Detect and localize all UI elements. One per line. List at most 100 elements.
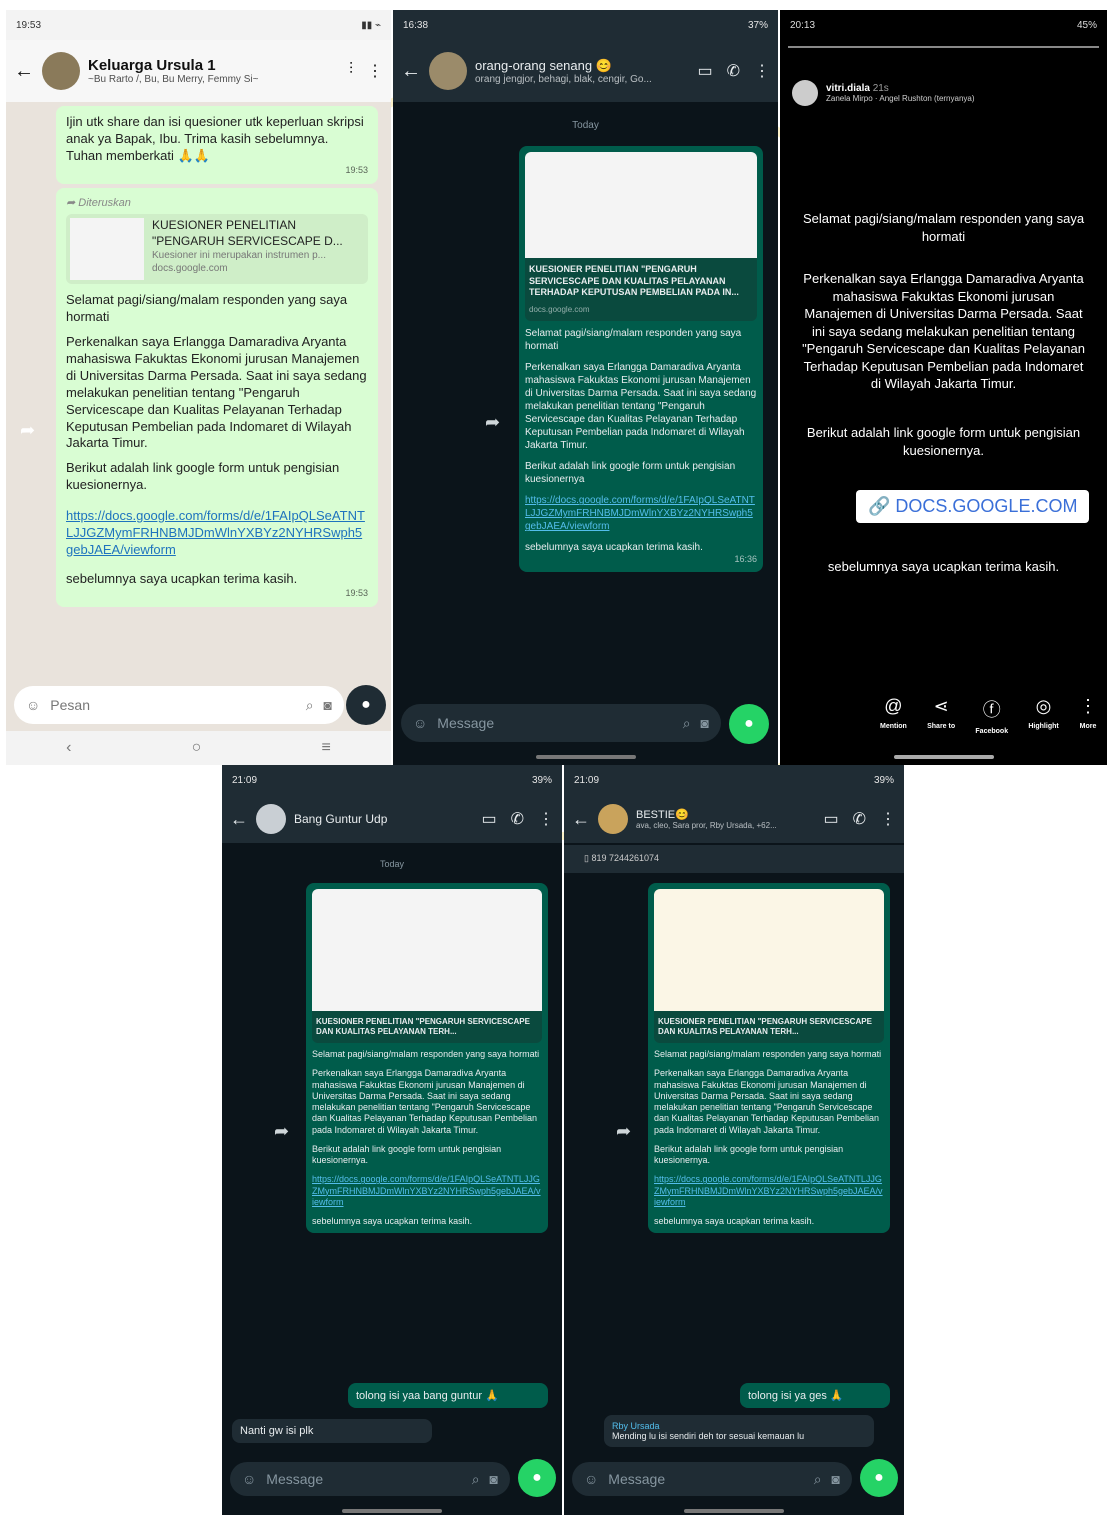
message-bubble[interactable]: Ijin utk share dan isi quesioner utk kep…	[56, 106, 378, 185]
phone-icon[interactable]: ✆	[853, 809, 866, 829]
avatar[interactable]	[256, 804, 286, 834]
link-preview-card[interactable]: KUESIONER PENELITIAN "PENGARUH SERVICESC…	[66, 214, 368, 285]
back-arrow-icon[interactable]: ←	[572, 809, 590, 830]
attach-icon[interactable]: ⌕	[306, 697, 314, 714]
chat-name: Bang Guntur Udp	[294, 812, 388, 826]
facebook-icon: ⓕ	[982, 700, 1001, 720]
screenshot-bestie: 21:09 39% ← BESTIE😊 ava, cleo, Sara pror,…	[564, 765, 904, 1515]
screenshot-instagram-story: 20:13 45% vitri.diala 21s Zanela Mirpo · …	[780, 10, 1107, 765]
story-text-1: Selamat pagi/siang/malam responden yang …	[802, 211, 1085, 244]
avatar[interactable]	[42, 52, 80, 90]
forward-button-icon[interactable]: ➦	[616, 1121, 631, 1142]
highlight-button[interactable]: ◎ Highlight	[1028, 696, 1058, 735]
emoji-icon[interactable]: ☺	[413, 715, 427, 731]
form-link[interactable]: https://docs.google.com/forms/d/e/1FAIpQ…	[654, 1174, 884, 1208]
chat-name: orang-orang senang 😊	[475, 57, 612, 73]
message-para-1: Selamat pagi/siang/malam responden yang …	[654, 1049, 882, 1059]
reply-bubble-incoming[interactable]: Rby Ursada Mending lu isi sendiri deh to…	[604, 1415, 874, 1447]
forward-button-icon[interactable]: ➦	[274, 1121, 289, 1142]
forwarded-message-bubble[interactable]: KUESIONER PENELITIAN "PENGARUH SERVICESC…	[519, 146, 763, 573]
preview-domain: docs.google.com	[152, 263, 228, 275]
forwarded-message-bubble[interactable]: KUESIONER PENELITIAN "PENGARUH SERVICESC…	[648, 883, 890, 1234]
camera-icon[interactable]: ◙	[490, 1471, 498, 1487]
mention-button[interactable]: @ Mention	[880, 696, 907, 735]
link-preview-card[interactable]: KUESIONER PENELITIAN "PENGARUH SERVICESC…	[654, 889, 884, 1043]
chat-members: orang jengjor, behagi, blak, cengir, Go.…	[475, 73, 652, 85]
message-input[interactable]: ☺ Message ⌕ ◙	[572, 1462, 852, 1496]
link-preview-card[interactable]: KUESIONER PENELITIAN "PENGARUH SERVICESC…	[525, 152, 757, 322]
mic-button[interactable]: ●	[518, 1459, 556, 1497]
story-user-row[interactable]: vitri.diala 21s Zanela Mirpo · Angel Rus…	[792, 80, 975, 106]
chat-name: Keluarga Ursula 1	[88, 57, 216, 74]
emoji-icon[interactable]: ☺	[584, 1471, 598, 1487]
phone-icon[interactable]: ✆	[727, 61, 740, 81]
message-para-2: Perkenalkan saya Erlangga Damaradiva Ary…	[525, 362, 757, 452]
recents-nav-icon[interactable]: ≡	[322, 739, 331, 757]
reply-bubble-outgoing[interactable]: tolong isi ya ges 🙏	[740, 1383, 890, 1408]
back-arrow-icon[interactable]: ←	[14, 60, 34, 83]
back-arrow-icon[interactable]: ←	[401, 60, 421, 83]
pinned-message-bar[interactable]: ▯ 819 7244261074	[564, 845, 904, 873]
gesture-bar	[684, 1509, 784, 1513]
mic-button[interactable]: ●	[729, 704, 769, 744]
message-input[interactable]: ☺ Pesan ⌕ ◙	[14, 686, 344, 724]
attach-icon[interactable]: ⌕	[814, 1471, 822, 1488]
link-sticker-label: DOCS.GOOGLE.COM	[895, 496, 1078, 516]
chat-title-block[interactable]: Keluarga Ursula 1 ~Bu Rarto /, Bu, Bu Me…	[88, 57, 341, 85]
mic-button[interactable]: ●	[346, 685, 386, 725]
back-nav-icon[interactable]: ‹	[66, 739, 71, 757]
reply-bubble-outgoing[interactable]: tolong isi yaa bang guntur 🙏	[348, 1383, 548, 1408]
story-song: Zanela Mirpo · Angel Rushton (ternyanya)	[826, 94, 975, 103]
menu-dots-icon[interactable]: ⋮	[367, 61, 383, 81]
camera-icon[interactable]: ◙	[324, 697, 332, 713]
forwarded-message-bubble[interactable]: ➦ Diteruskan KUESIONER PENELITIAN "PENGA…	[56, 188, 378, 608]
reply-text: Mending lu isi sendiri deh tor sesuai ke…	[612, 1431, 805, 1441]
camera-icon[interactable]: ◙	[701, 715, 709, 731]
highlight-icon: ◎	[1035, 696, 1052, 716]
phone-icon[interactable]: ✆	[511, 809, 524, 829]
form-link[interactable]: https://docs.google.com/forms/d/e/1FAIpQ…	[525, 494, 757, 533]
camera-icon[interactable]: ◙	[832, 1471, 840, 1487]
video-call-icon[interactable]: ▭	[481, 809, 496, 829]
message-input[interactable]: ☺ Message ⌕ ◙	[230, 1462, 510, 1496]
more-button[interactable]: ⋮ More	[1079, 696, 1097, 735]
emoji-icon[interactable]: ☺	[26, 697, 40, 713]
attach-icon[interactable]: ⌕	[683, 715, 691, 732]
voice-call-icon[interactable]: ⫶	[349, 61, 353, 81]
message-para-3: Berikut adalah link google form untuk pe…	[66, 460, 340, 493]
chat-title-block[interactable]: Bang Guntur Udp	[294, 812, 473, 826]
mention-label: Mention	[880, 723, 907, 730]
form-link[interactable]: https://docs.google.com/forms/d/e/1FAIpQ…	[312, 1174, 542, 1208]
forwarded-message-bubble[interactable]: KUESIONER PENELITIAN "PENGARUH SERVICESC…	[306, 883, 548, 1234]
message-time: 19:53	[345, 164, 368, 175]
video-call-icon[interactable]: ▭	[823, 809, 838, 829]
chat-title-block[interactable]: BESTIE😊 ava, cleo, Sara pror, Rby Ursada…	[636, 808, 815, 830]
emoji-icon[interactable]: ☺	[242, 1471, 256, 1487]
chat-title-block[interactable]: orang-orang senang 😊 orang jengjor, beha…	[475, 58, 689, 85]
form-link[interactable]: https://docs.google.com/forms/d/e/1FAIpQ…	[66, 508, 368, 559]
avatar[interactable]	[792, 80, 818, 106]
back-arrow-icon[interactable]: ←	[230, 809, 248, 830]
chat-header: ← BESTIE😊 ava, cleo, Sara pror, Rby Ursa…	[564, 795, 904, 843]
mic-button[interactable]: ●	[860, 1459, 898, 1497]
doc-thumbnail	[525, 152, 757, 258]
link-preview-card[interactable]: KUESIONER PENELITIAN "PENGARUH SERVICESC…	[312, 889, 542, 1043]
menu-dots-icon[interactable]: ⋮	[538, 809, 554, 829]
menu-dots-icon[interactable]: ⋮	[880, 809, 896, 829]
mic-icon: ●	[874, 1469, 884, 1486]
forward-button-icon[interactable]: ➦	[20, 420, 35, 441]
forward-icon: ➦	[66, 197, 79, 209]
video-call-icon[interactable]: ▭	[697, 61, 712, 81]
link-sticker[interactable]: 🔗 DOCS.GOOGLE.COM	[856, 490, 1090, 523]
avatar[interactable]	[429, 52, 467, 90]
forward-button-icon[interactable]: ➦	[485, 412, 500, 433]
reply-bubble-incoming[interactable]: Nanti gw isi plk	[232, 1419, 432, 1443]
home-nav-icon[interactable]: ○	[192, 739, 202, 757]
menu-dots-icon[interactable]: ⋮	[754, 61, 770, 81]
message-para-4: sebelumnya saya ucapkan terima kasih.	[525, 542, 703, 554]
facebook-button[interactable]: ⓕ Facebook	[975, 696, 1008, 735]
message-input[interactable]: ☺ Message ⌕ ◙	[401, 704, 721, 742]
share-button[interactable]: ⋖ Share to	[927, 696, 955, 735]
attach-icon[interactable]: ⌕	[472, 1471, 480, 1488]
avatar[interactable]	[598, 804, 628, 834]
